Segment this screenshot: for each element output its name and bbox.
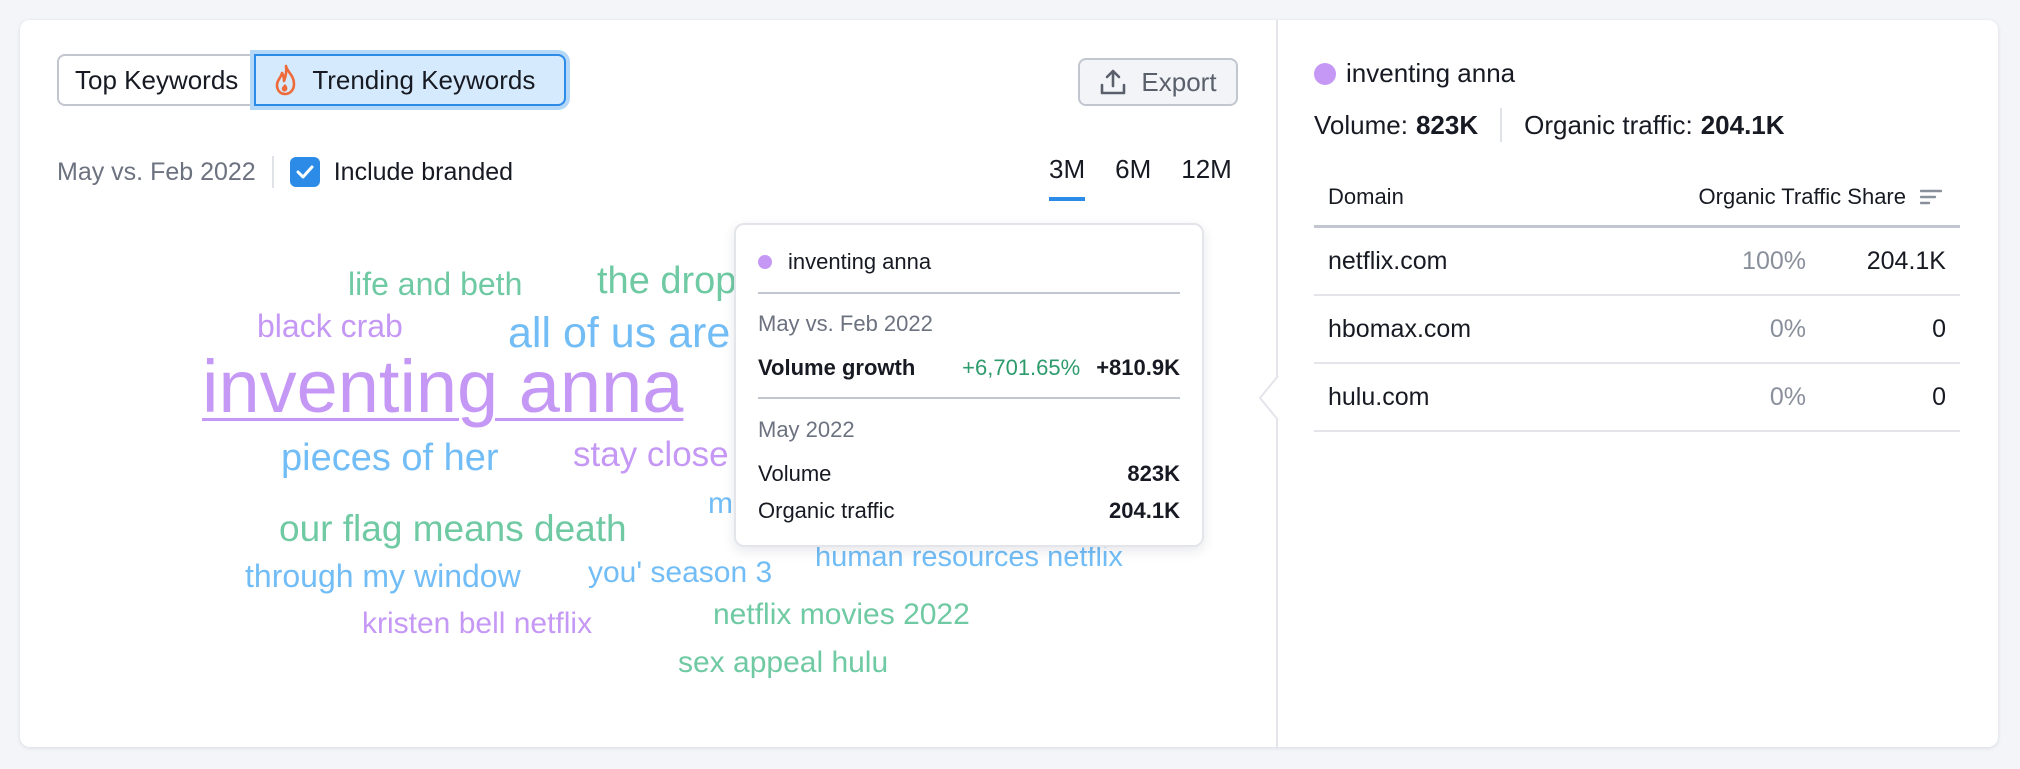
volume-growth-label: Volume growth [758, 355, 916, 380]
row-domain: hulu.com [1328, 382, 1430, 411]
tab-trending-keywords-label: Trending Keywords [312, 64, 536, 95]
row-traffic: 0 [1932, 382, 1946, 411]
tooltip-period: May vs. Feb 2022 [758, 311, 1180, 337]
keyword-the-drop[interactable]: the drop [597, 262, 736, 300]
date-comparison-label: May vs. Feb 2022 [57, 157, 256, 186]
upload-icon [1101, 69, 1126, 95]
detail-volume-value: 823K [1415, 109, 1479, 140]
row-share: 0% [1769, 382, 1806, 411]
detail-keyword: inventing anna [1346, 58, 1516, 88]
detail-organic-label: Organic traffic: [1524, 109, 1693, 140]
tooltip-period-label: May vs. Feb 2022 [758, 311, 933, 336]
tooltip-month: May 2022 [758, 417, 1180, 443]
tab-top-keywords-label: Top Keywords [75, 64, 239, 95]
tooltip-volume-row: Volume 823K [758, 461, 1180, 487]
period-3m[interactable]: 3M [1049, 154, 1086, 201]
keyword-inventing-anna[interactable]: inventing anna [202, 350, 683, 424]
column-organic-share[interactable]: Organic Traffic Share [1699, 184, 1942, 210]
tooltip-organic-label: Organic traffic [758, 498, 895, 523]
volume-growth-percent: +6,701.65% [962, 355, 1081, 380]
keyword-black-crab[interactable]: black crab [257, 310, 403, 342]
tooltip-volume-label: Volume [758, 461, 832, 486]
checkmark-icon [296, 165, 314, 179]
period-6m[interactable]: 6M [1115, 154, 1151, 185]
keyword-life-and-beth[interactable]: life and beth [348, 268, 522, 300]
keyword-our-flag-means-death[interactable]: our flag means death [279, 510, 627, 547]
tooltip-organic-row: Organic traffic 204.1K [758, 498, 1180, 524]
tooltip-month-label: May 2022 [758, 417, 855, 442]
keyword-netflix-movies-2022[interactable]: netflix movies 2022 [713, 600, 970, 630]
keyword-partial-m[interactable]: m [708, 489, 733, 519]
keyword-pieces-of-her[interactable]: pieces of her [281, 439, 499, 477]
keyword-mode-toggle: Top Keywords Trending Keywords [57, 54, 567, 110]
tooltip-divider [758, 397, 1180, 399]
keyword-through-my-window[interactable]: through my window [245, 560, 521, 592]
keyword-color-dot [758, 255, 772, 269]
row-domain: netflix.com [1328, 246, 1448, 275]
tooltip-organic-value: 204.1K [1109, 498, 1180, 523]
row-traffic: 0 [1932, 314, 1946, 343]
table-row[interactable]: netflix.com 100% 204.1K [1314, 228, 1960, 296]
volume-growth-absolute: +810.9K [1096, 355, 1180, 380]
detail-stats: Volume: 823K Organic traffic: 204.1K [1314, 108, 1785, 142]
keyword-tooltip: inventing anna May vs. Feb 2022 Volume g… [734, 223, 1204, 547]
keyword-color-dot [1314, 62, 1336, 85]
row-domain: hbomax.com [1328, 314, 1472, 343]
detail-header: inventing anna [1314, 58, 1515, 89]
sort-icon[interactable] [1920, 188, 1942, 206]
tooltip-volume-value: 823K [1127, 461, 1180, 486]
tooltip-volume-growth-row: Volume growth +6,701.65% +810.9K [758, 355, 1180, 381]
keyword-kristen-bell-netflix[interactable]: kristen bell netflix [362, 609, 592, 639]
column-domain[interactable]: Domain [1328, 184, 1404, 210]
table-header: Domain Organic Traffic Share [1314, 168, 1960, 228]
period-12m[interactable]: 12M [1181, 154, 1232, 185]
tab-top-keywords[interactable]: Top Keywords [57, 54, 255, 106]
tooltip-divider [758, 292, 1180, 294]
detail-volume-label: Volume: [1314, 109, 1408, 140]
row-share: 100% [1742, 246, 1806, 275]
column-organic-share-label: Organic Traffic Share [1698, 183, 1906, 209]
table-row[interactable]: hulu.com 0% 0 [1314, 364, 1960, 432]
filter-row: May vs. Feb 2022 Include branded [57, 154, 513, 190]
include-branded-checkbox[interactable] [289, 157, 320, 187]
tooltip-header: inventing anna [758, 249, 1180, 275]
tooltip-keyword: inventing anna [788, 249, 932, 274]
keyword-you-season-3[interactable]: you' season 3 [588, 558, 772, 588]
tab-trending-keywords[interactable]: Trending Keywords [254, 54, 567, 106]
filter-separator [271, 156, 274, 188]
keyword-sex-appeal-hulu[interactable]: sex appeal hulu [678, 648, 888, 678]
keyword-stay-close[interactable]: stay close [573, 437, 729, 472]
export-button[interactable]: Export [1078, 58, 1238, 106]
include-branded-label: Include branded [333, 157, 514, 186]
table-row[interactable]: hbomax.com 0% 0 [1314, 296, 1960, 364]
keyword-human-resources-netflix[interactable]: human resources netflix [815, 543, 1123, 572]
domain-table: Domain Organic Traffic Share netflix.com… [1314, 168, 1960, 432]
export-label: Export [1141, 66, 1217, 97]
panel-pointer [1258, 376, 1279, 420]
detail-organic-value: 204.1K [1700, 109, 1785, 140]
stats-separator [1500, 108, 1503, 142]
period-tabs: 3M 6M 12M [1049, 154, 1232, 201]
row-traffic: 204.1K [1866, 246, 1946, 275]
flame-icon [276, 64, 296, 96]
row-share: 0% [1769, 314, 1806, 343]
